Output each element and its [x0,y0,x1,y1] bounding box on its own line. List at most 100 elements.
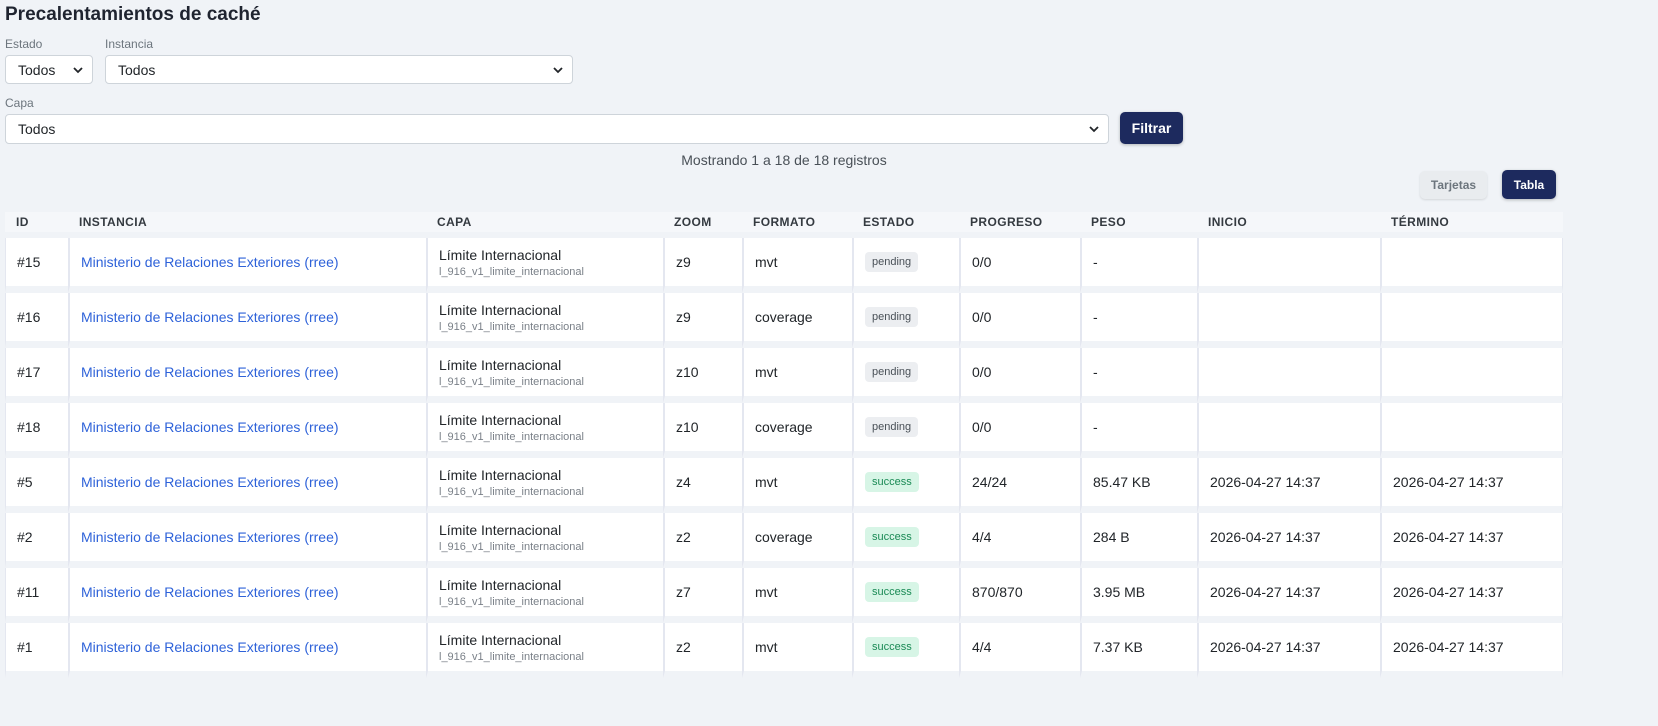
cell-size: - [1080,238,1197,293]
col-header-formato[interactable]: FORMATO [742,212,852,238]
cell-instance: Ministerio de Relaciones Exteriores (rre… [68,623,426,678]
cell-format: mvt [742,458,852,513]
instance-link[interactable]: Ministerio de Relaciones Exteriores (rre… [81,309,339,325]
chevron-down-icon [1089,126,1099,133]
layer-name: Límite Internacional [439,576,562,593]
cell-id: #1 [5,623,68,678]
layer-name: Límite Internacional [439,246,562,263]
filter-button[interactable]: Filtrar [1120,112,1183,144]
instancia-select[interactable]: Todos [105,55,573,84]
col-header-peso[interactable]: PESO [1080,212,1197,238]
cell-size: - [1080,348,1197,403]
instance-link[interactable]: Ministerio de Relaciones Exteriores (rre… [81,529,339,545]
cell-instance: Ministerio de Relaciones Exteriores (rre… [68,568,426,623]
capa-select[interactable]: Todos [5,114,1109,144]
cell-format: coverage [742,513,852,568]
cell-progress: 4/4 [959,623,1080,678]
col-header-inicio[interactable]: INICIO [1197,212,1380,238]
cell-zoom: z10 [663,403,742,458]
cell-instance: Ministerio de Relaciones Exteriores (rre… [68,513,426,568]
estado-select[interactable]: Todos [5,55,93,84]
cell-start [1197,238,1380,293]
cell-zoom: z9 [663,238,742,293]
cell-id: #16 [5,293,68,348]
cell-instance: Ministerio de Relaciones Exteriores (rre… [68,348,426,403]
view-table-button[interactable]: Tabla [1502,170,1556,199]
cell-zoom: z2 [663,513,742,568]
instancia-select-value: Todos [118,61,156,78]
cell-status: success [852,568,959,623]
estado-select-value: Todos [18,61,56,78]
col-header-estado[interactable]: ESTADO [852,212,959,238]
layer-name: Límite Internacional [439,356,562,373]
cell-start: 2026-04-27 14:37 [1197,623,1380,678]
cell-id: #11 [5,568,68,623]
col-header-id[interactable]: ID [5,212,68,238]
table-row[interactable]: #16 Ministerio de Relaciones Exteriores … [5,293,1563,348]
layer-name: Límite Internacional [439,301,562,318]
cell-status: pending [852,348,959,403]
table-row[interactable]: #1 Ministerio de Relaciones Exteriores (… [5,623,1563,678]
instance-link[interactable]: Ministerio de Relaciones Exteriores (rre… [81,254,339,270]
cell-id: #5 [5,458,68,513]
col-header-instancia[interactable]: INSTANCIA [68,212,426,238]
cell-size: 3.95 MB [1080,568,1197,623]
col-header-capa[interactable]: CAPA [426,212,663,238]
status-badge: pending [865,252,919,272]
cell-start [1197,403,1380,458]
cell-start: 2026-04-27 14:37 [1197,458,1380,513]
status-badge: success [865,472,919,492]
cell-layer: Límite Internacional l_916_v1_limite_inte… [426,403,663,458]
instance-link[interactable]: Ministerio de Relaciones Exteriores (rre… [81,419,339,435]
layer-id: l_916_v1_limite_internacional [439,320,584,333]
cell-format: mvt [742,623,852,678]
cell-layer: Límite Internacional l_916_v1_limite_inte… [426,513,663,568]
cell-layer: Límite Internacional l_916_v1_limite_inte… [426,238,663,293]
cell-id: #18 [5,403,68,458]
cell-layer: Límite Internacional l_916_v1_limite_inte… [426,348,663,403]
col-header-zoom[interactable]: ZOOM [663,212,742,238]
chevron-down-icon [73,66,83,73]
cell-progress: 870/870 [959,568,1080,623]
view-cards-button[interactable]: Tarjetas [1420,171,1487,199]
instance-link[interactable]: Ministerio de Relaciones Exteriores (rre… [81,639,339,655]
capa-label: Capa [5,96,34,110]
cell-zoom: z10 [663,348,742,403]
cell-format: coverage [742,293,852,348]
col-header-termino[interactable]: TÉRMINO [1380,212,1563,238]
table-row[interactable]: #5 Ministerio de Relaciones Exteriores (… [5,458,1563,513]
cell-status: success [852,513,959,568]
col-header-progreso[interactable]: PROGRESO [959,212,1080,238]
instance-link[interactable]: Ministerio de Relaciones Exteriores (rre… [81,364,339,380]
page-title: Precalentamientos de caché [5,4,261,25]
cell-format: coverage [742,403,852,458]
table-row[interactable]: #11 Ministerio de Relaciones Exteriores … [5,568,1563,623]
table-header-row: ID INSTANCIA CAPA ZOOM FORMATO ESTADO PR… [5,212,1563,238]
layer-id: l_916_v1_limite_internacional [439,430,584,443]
instance-link[interactable]: Ministerio de Relaciones Exteriores (rre… [81,584,339,600]
cell-start [1197,348,1380,403]
cell-instance: Ministerio de Relaciones Exteriores (rre… [68,238,426,293]
table-row[interactable]: #18 Ministerio de Relaciones Exteriores … [5,403,1563,458]
capa-select-value: Todos [18,121,56,137]
cell-progress: 0/0 [959,238,1080,293]
table-row[interactable]: #15 Ministerio de Relaciones Exteriores … [5,238,1563,293]
cell-size: 7.37 KB [1080,623,1197,678]
cell-progress: 4/4 [959,513,1080,568]
cell-zoom: z4 [663,458,742,513]
cell-start: 2026-04-27 14:37 [1197,513,1380,568]
table-row[interactable]: #17 Ministerio de Relaciones Exteriores … [5,348,1563,403]
table-row[interactable]: #2 Ministerio de Relaciones Exteriores (… [5,513,1563,568]
cell-status: pending [852,238,959,293]
cell-progress: 0/0 [959,403,1080,458]
chevron-down-icon [553,66,563,73]
cell-zoom: z7 [663,568,742,623]
instance-link[interactable]: Ministerio de Relaciones Exteriores (rre… [81,474,339,490]
cell-end [1380,293,1563,348]
cell-size: 85.47 KB [1080,458,1197,513]
cell-progress: 24/24 [959,458,1080,513]
status-badge: pending [865,362,919,382]
cell-end [1380,403,1563,458]
cell-status: success [852,458,959,513]
cell-zoom: z9 [663,293,742,348]
